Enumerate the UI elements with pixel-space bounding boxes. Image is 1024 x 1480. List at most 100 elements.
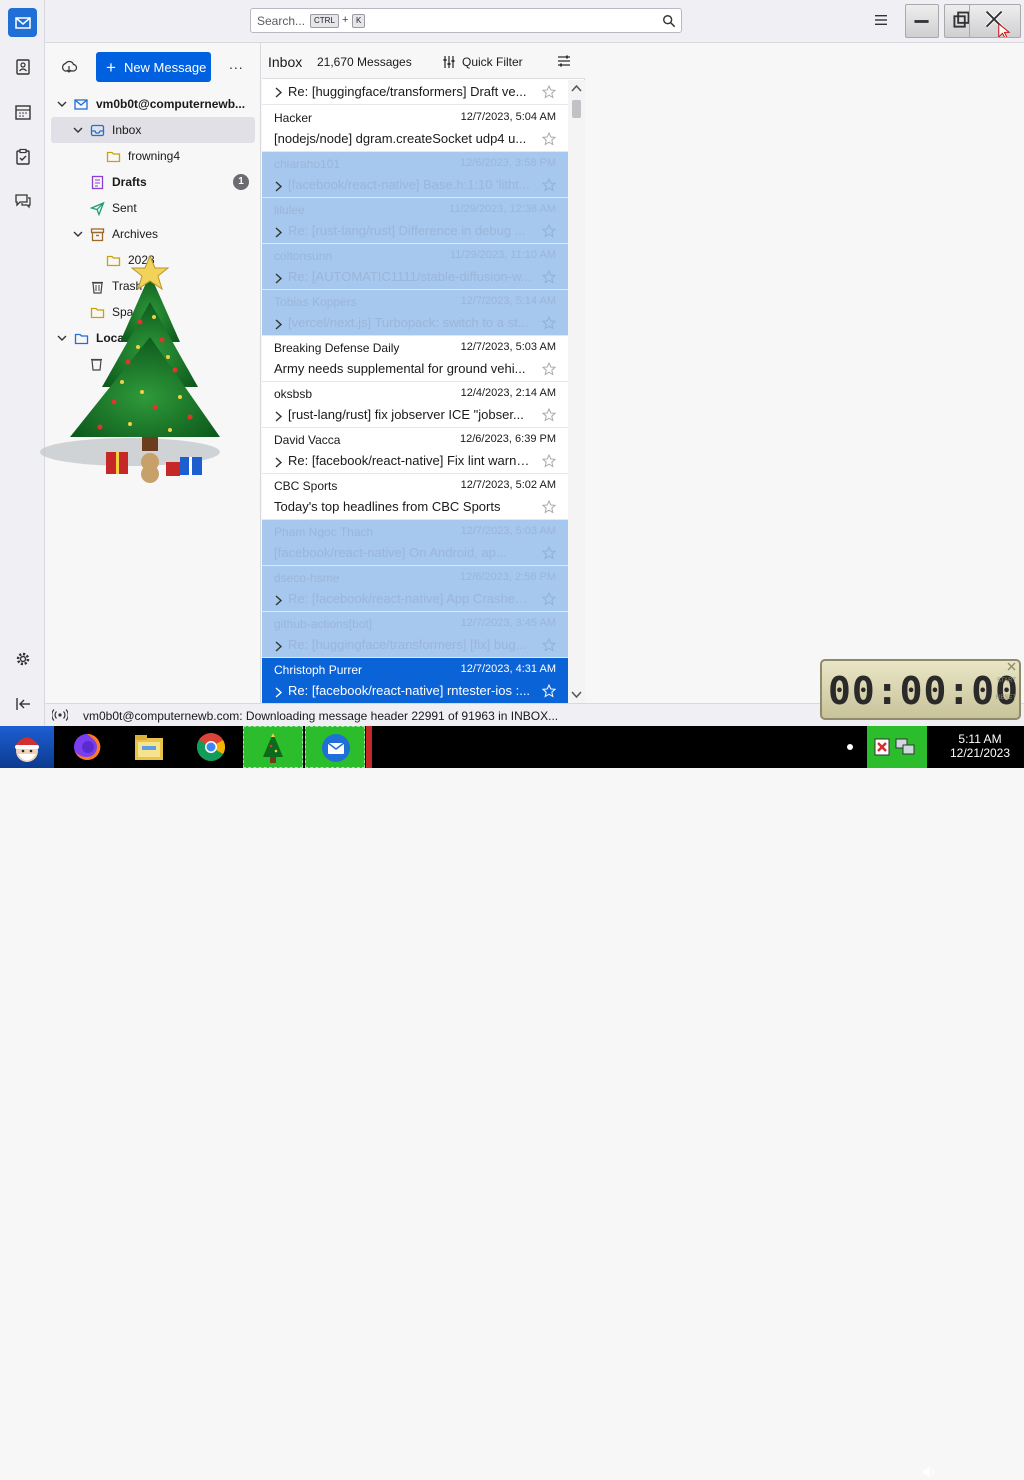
message-subject: Re: [facebook/react-native] Fix lint war… [288, 453, 532, 468]
firefox-icon [74, 733, 101, 760]
taskbar-handle[interactable] [366, 726, 372, 768]
chevron-down-icon[interactable] [72, 228, 84, 240]
list-item[interactable]: Hacker 12/7/2023, 5:04 AM [nodejs/node] … [262, 106, 568, 152]
taskbar-file-explorer[interactable] [129, 726, 169, 768]
countdown-timer-widget[interactable]: 00:00:00 START RESET [820, 659, 1021, 720]
security-alert-icon [874, 738, 890, 756]
scrollbar-thumb[interactable] [572, 100, 581, 118]
folder-label: Sent [112, 201, 137, 215]
star-icon[interactable] [542, 500, 556, 514]
space-calendar[interactable] [8, 97, 37, 126]
taskbar-firefox[interactable] [66, 726, 108, 768]
message-subject: [rust-lang/rust] fix jobserver ICE "jobs… [288, 407, 524, 422]
search-icon[interactable] [662, 14, 676, 28]
gear-icon [16, 652, 29, 665]
list-item[interactable]: dseco-hsme 12/6/2023, 2:58 PM Re: [faceb… [262, 566, 568, 612]
chevron-right-icon[interactable] [274, 411, 283, 422]
taskbar-christmas-tree-app[interactable] [243, 726, 303, 768]
taskbar: 5:11 AM 12/21/2023 [0, 726, 1024, 1478]
list-item[interactable]: chiaraho101 12/6/2023, 3:58 PM [facebook… [262, 152, 568, 198]
star-icon[interactable] [542, 178, 556, 192]
message-date: 12/7/2023, 3:45 AM [460, 617, 556, 629]
quick-filter-button[interactable]: Quick Filter [442, 53, 523, 71]
search-input[interactable]: Search... CTRL + K [250, 8, 682, 33]
list-item[interactable]: Tobias Koppers 12/7/2023, 5:14 AM [verce… [262, 290, 568, 336]
chevron-right-icon[interactable] [274, 87, 283, 98]
list-item[interactable]: oksbsb 12/4/2023, 2:14 AM [rust-lang/rus… [262, 382, 568, 428]
timer-start-button[interactable]: START [997, 678, 1016, 684]
taskbar-clock[interactable]: 5:11 AM 12/21/2023 [945, 726, 1015, 768]
list-item[interactable]: github-actions[bot] 12/7/2023, 3:45 AM R… [262, 612, 568, 658]
folder-frowning4[interactable]: frowning4 [106, 143, 180, 169]
message-date: 11/29/2023, 12:38 AM [449, 203, 556, 215]
minimize-button[interactable] [905, 4, 939, 38]
star-icon[interactable] [542, 546, 556, 560]
star-icon[interactable] [542, 592, 556, 606]
chevron-right-icon[interactable] [274, 595, 283, 606]
chevron-right-icon[interactable] [274, 319, 283, 330]
star-icon[interactable] [542, 270, 556, 284]
message-sender: github-actions[bot] [274, 617, 373, 631]
message-list-scrollbar[interactable] [568, 80, 585, 703]
display-options-icon[interactable] [557, 54, 571, 68]
star-icon[interactable] [542, 132, 556, 146]
star-icon[interactable] [542, 85, 556, 99]
online-status-icon[interactable] [52, 709, 68, 721]
star-icon[interactable] [542, 684, 556, 698]
list-item[interactable]: coltonsunn 11/29/2023, 11:10 AM Re: [AUT… [262, 244, 568, 290]
space-tasks[interactable] [8, 142, 37, 171]
list-item[interactable]: Re: [huggingface/transformers] Draft ve.… [262, 80, 568, 105]
new-message-button[interactable]: + New Message [96, 52, 211, 82]
chevron-right-icon[interactable] [274, 641, 283, 652]
volume-icon[interactable] [922, 1464, 936, 1480]
taskbar-thunderbird[interactable] [305, 726, 365, 768]
start-button[interactable] [0, 726, 54, 768]
list-item[interactable]: Christoph Purrer 12/7/2023, 4:31 AM Re: … [262, 658, 568, 704]
close-button[interactable] [969, 4, 1021, 40]
star-icon[interactable] [542, 316, 556, 330]
list-item[interactable]: lilulee 11/29/2023, 12:38 AM Re: [rust-l… [262, 198, 568, 244]
message-list-header: Inbox 21,670 Messages Quick Filter [262, 43, 585, 79]
space-settings[interactable] [8, 644, 37, 673]
space-chat[interactable] [8, 186, 37, 215]
taskbar-chrome[interactable] [191, 726, 231, 768]
chevron-right-icon[interactable] [274, 687, 283, 698]
folder-label: Inbox [112, 123, 142, 137]
get-messages-icon[interactable] [60, 58, 78, 76]
chevron-right-icon[interactable] [274, 273, 283, 284]
scroll-down-icon[interactable] [571, 691, 582, 699]
folder-sent[interactable]: Sent [90, 195, 137, 221]
archive-icon [90, 227, 105, 241]
close-icon [985, 10, 1011, 40]
folder-archives[interactable]: Archives [90, 221, 158, 247]
space-mail[interactable] [8, 8, 37, 37]
star-icon[interactable] [542, 454, 556, 468]
list-item[interactable]: Pham Ngoc Thach 12/7/2023, 5:03 AM [face… [262, 520, 568, 566]
timer-reset-button[interactable]: RESET [996, 695, 1016, 701]
chevron-down-icon[interactable] [72, 124, 84, 136]
space-address-book[interactable] [8, 52, 37, 81]
message-date: 12/6/2023, 2:58 PM [459, 571, 556, 583]
list-item[interactable]: CBC Sports 12/7/2023, 5:02 AM Today's to… [262, 474, 568, 520]
message-date: 12/7/2023, 5:03 AM [460, 341, 556, 353]
message-sender: lilulee [274, 203, 305, 217]
close-icon[interactable] [1007, 662, 1016, 671]
chevron-right-icon[interactable] [274, 181, 283, 192]
list-item[interactable]: Breaking Defense Daily 12/7/2023, 5:03 A… [262, 336, 568, 382]
scroll-up-icon[interactable] [571, 84, 582, 92]
collapse-spaces-button[interactable] [8, 689, 37, 718]
list-item[interactable]: David Vacca 12/6/2023, 6:39 PM Re: [face… [262, 428, 568, 474]
chevron-down-icon[interactable] [56, 98, 68, 110]
chevron-right-icon[interactable] [274, 227, 283, 238]
app-menu-icon[interactable] [873, 12, 889, 28]
account-row[interactable]: vm0b0t@computernewb... [74, 91, 245, 117]
star-icon[interactable] [542, 638, 556, 652]
star-icon[interactable] [542, 362, 556, 376]
folder-pane-more-button[interactable]: ... [229, 56, 244, 72]
star-icon[interactable] [542, 408, 556, 422]
tray-icons-area[interactable] [867, 726, 927, 768]
chevron-right-icon[interactable] [274, 457, 283, 468]
folder-inbox[interactable]: Inbox [90, 117, 141, 143]
folder-drafts[interactable]: Drafts [90, 169, 147, 195]
star-icon[interactable] [542, 224, 556, 238]
